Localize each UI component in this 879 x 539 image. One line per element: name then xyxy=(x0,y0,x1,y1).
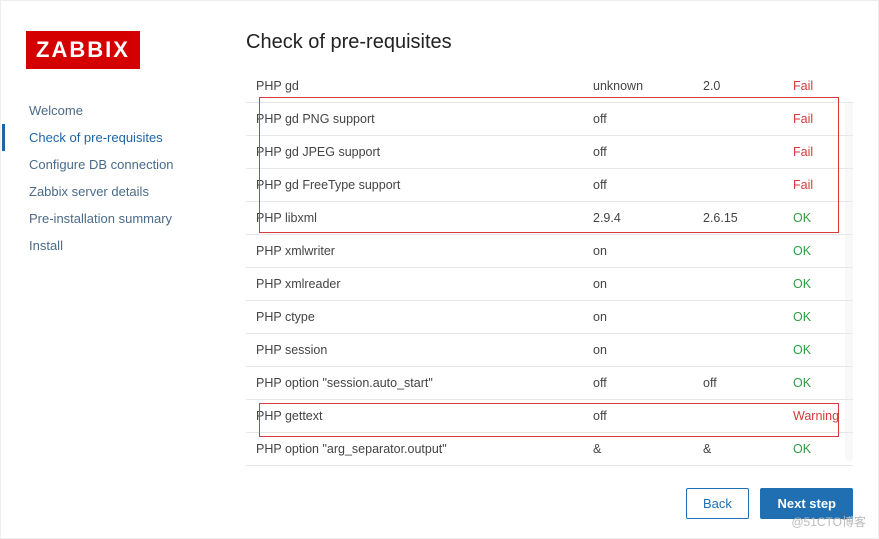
check-row: PHP sessionon OK xyxy=(246,334,853,367)
check-row: PHP gd PNG supportoff Fail xyxy=(246,103,853,136)
wizard-step-0[interactable]: Welcome xyxy=(29,97,226,124)
sidebar: ZABBIX WelcomeCheck of pre-requisitesCon… xyxy=(26,31,226,259)
check-status: Fail xyxy=(783,169,853,202)
check-current: on xyxy=(583,334,693,367)
wizard-steps: WelcomeCheck of pre-requisitesConfigure … xyxy=(26,97,226,259)
check-row: PHP gd JPEG supportoff Fail xyxy=(246,136,853,169)
check-name: PHP gd xyxy=(246,70,583,103)
setup-wizard: ZABBIX WelcomeCheck of pre-requisitesCon… xyxy=(0,0,879,539)
check-required: & xyxy=(693,433,783,466)
wizard-step-4[interactable]: Pre-installation summary xyxy=(29,205,226,232)
check-current: off xyxy=(583,367,693,400)
wizard-step-5[interactable]: Install xyxy=(29,232,226,259)
footer-actions: Back Next step xyxy=(246,488,853,519)
check-required xyxy=(693,169,783,202)
check-name: PHP gd JPEG support xyxy=(246,136,583,169)
check-status: OK xyxy=(783,202,853,235)
watermark: @51CTO博客 xyxy=(791,513,866,530)
check-required xyxy=(693,268,783,301)
check-required xyxy=(693,136,783,169)
check-current: on xyxy=(583,268,693,301)
check-status: Fail xyxy=(783,136,853,169)
check-name: PHP session xyxy=(246,334,583,367)
zabbix-logo: ZABBIX xyxy=(26,31,140,69)
check-status: OK xyxy=(783,235,853,268)
check-status: Fail xyxy=(783,103,853,136)
check-row: PHP option "arg_separator.output"&&OK xyxy=(246,433,853,466)
check-name: PHP gd FreeType support xyxy=(246,169,583,202)
check-current: 2.9.4 xyxy=(583,202,693,235)
check-current: on xyxy=(583,235,693,268)
check-current: on xyxy=(583,301,693,334)
check-row: PHP gd FreeType supportoff Fail xyxy=(246,169,853,202)
page-title: Check of pre-requisites xyxy=(246,31,853,54)
check-current: unknown xyxy=(583,70,693,103)
back-button[interactable]: Back xyxy=(686,488,749,519)
check-current: off xyxy=(583,400,693,433)
check-name: PHP libxml xyxy=(246,202,583,235)
check-current: off xyxy=(583,136,693,169)
check-name: PHP xmlreader xyxy=(246,268,583,301)
wizard-step-2[interactable]: Configure DB connection xyxy=(29,151,226,178)
check-current: off xyxy=(583,103,693,136)
check-name: PHP option "session.auto_start" xyxy=(246,367,583,400)
wizard-step-1[interactable]: Check of pre-requisites xyxy=(29,124,226,151)
check-name: PHP option "arg_separator.output" xyxy=(246,433,583,466)
check-current: & xyxy=(583,433,693,466)
check-required xyxy=(693,235,783,268)
main-content: Check of pre-requisites PHP gdunknown2.0… xyxy=(246,31,853,519)
check-required xyxy=(693,301,783,334)
check-status: OK xyxy=(783,433,853,466)
scrollbar[interactable] xyxy=(845,101,853,461)
check-row: PHP gettextoff Warning xyxy=(246,400,853,433)
check-required xyxy=(693,400,783,433)
check-required: 2.0 xyxy=(693,70,783,103)
prerequisites-table: PHP gdunknown2.0FailPHP gd PNG supportof… xyxy=(246,70,853,466)
check-name: PHP gettext xyxy=(246,400,583,433)
check-status: OK xyxy=(783,301,853,334)
wizard-step-3[interactable]: Zabbix server details xyxy=(29,178,226,205)
check-row: PHP gdunknown2.0Fail xyxy=(246,70,853,103)
check-row: PHP option "session.auto_start"offoffOK xyxy=(246,367,853,400)
check-status: Fail xyxy=(783,70,853,103)
check-required: 2.6.15 xyxy=(693,202,783,235)
check-status: OK xyxy=(783,268,853,301)
check-row: PHP ctypeon OK xyxy=(246,301,853,334)
check-status: Warning xyxy=(783,400,853,433)
check-required xyxy=(693,103,783,136)
check-row: PHP libxml2.9.42.6.15OK xyxy=(246,202,853,235)
check-row: PHP xmlwriteron OK xyxy=(246,235,853,268)
check-current: off xyxy=(583,169,693,202)
check-status: OK xyxy=(783,334,853,367)
check-name: PHP ctype xyxy=(246,301,583,334)
check-required xyxy=(693,334,783,367)
check-name: PHP xmlwriter xyxy=(246,235,583,268)
check-required: off xyxy=(693,367,783,400)
check-row: PHP xmlreaderon OK xyxy=(246,268,853,301)
check-name: PHP gd PNG support xyxy=(246,103,583,136)
check-status: OK xyxy=(783,367,853,400)
